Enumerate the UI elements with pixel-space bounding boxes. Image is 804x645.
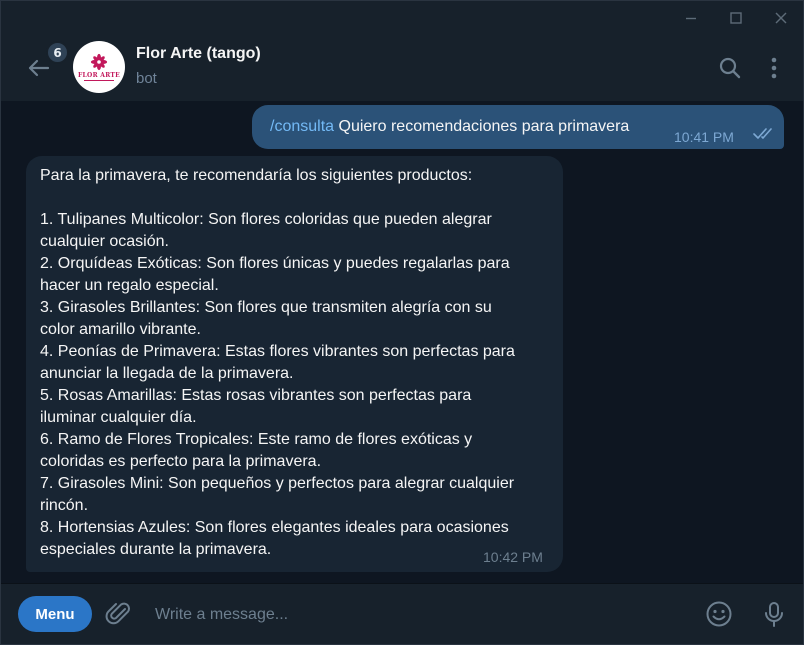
- message-line: 7. Girasoles Mini: Son pequeños y perfec…: [40, 475, 515, 492]
- message-line: iluminar cualquier día.: [40, 409, 197, 426]
- message-line: color amarillo vibrante.: [40, 321, 201, 338]
- message-list[interactable]: /consulta Quiero recomendaciones para pr…: [1, 101, 803, 584]
- emoji-icon[interactable]: [705, 600, 733, 628]
- read-checkmarks-icon: [753, 128, 772, 139]
- outgoing-message-body: Quiero recomendaciones para primavera: [334, 118, 630, 135]
- message-line: coloridas es perfecto para la primavera.: [40, 453, 322, 470]
- more-options-icon[interactable]: [761, 55, 787, 81]
- flower-logo-icon: [90, 53, 108, 71]
- message-line: 1. Tulipanes Multicolor: Son flores colo…: [40, 211, 492, 228]
- bot-command-link[interactable]: /consulta: [270, 118, 334, 135]
- chat-header: 6 FLOR ARTE Flor Arte (tango) bot: [1, 35, 803, 102]
- close-icon[interactable]: [770, 7, 792, 29]
- avatar-logo-underline: [84, 80, 114, 81]
- maximize-icon[interactable]: [725, 7, 747, 29]
- outgoing-message[interactable]: /consulta Quiero recomendaciones para pr…: [252, 105, 784, 149]
- message-line: 2. Orquídeas Exóticas: Son flores únicas…: [40, 255, 510, 272]
- telegram-window: 6 FLOR ARTE Flor Arte (tango) bot /consu…: [0, 0, 804, 645]
- message-line: hacer un regalo especial.: [40, 277, 219, 294]
- avatar-logo-text: FLOR ARTE: [77, 72, 121, 79]
- search-icon[interactable]: [717, 55, 743, 81]
- message-line: cualquier ocasión.: [40, 233, 169, 250]
- message-line: Para la primavera, te recomendaría los s…: [40, 167, 473, 184]
- message-line: 3. Girasoles Brillantes: Son flores que …: [40, 299, 492, 316]
- message-line: anunciar la llegada de la primavera.: [40, 365, 294, 382]
- message-composer: Menu: [1, 583, 803, 644]
- attach-paperclip-icon[interactable]: [105, 600, 133, 628]
- outgoing-message-time: 10:41 PM: [674, 129, 734, 145]
- unread-badge: 6: [46, 41, 69, 64]
- title-bar: [1, 1, 803, 35]
- chat-status: bot: [136, 70, 157, 87]
- avatar[interactable]: FLOR ARTE: [73, 41, 125, 93]
- minimize-icon[interactable]: [680, 7, 702, 29]
- outgoing-message-text: /consulta Quiero recomendaciones para pr…: [270, 116, 629, 138]
- message-line: 6. Ramo de Flores Tropicales: Este ramo …: [40, 431, 473, 448]
- message-line: 4. Peonías de Primavera: Estas flores vi…: [40, 343, 515, 360]
- bot-menu-button[interactable]: Menu: [18, 596, 92, 632]
- incoming-message-time: 10:42 PM: [483, 549, 543, 565]
- microphone-icon[interactable]: [760, 600, 788, 628]
- message-input[interactable]: [153, 600, 677, 630]
- chat-title[interactable]: Flor Arte (tango): [136, 45, 261, 63]
- message-line: rincón.: [40, 497, 89, 514]
- incoming-message[interactable]: Para la primavera, te recomendaría los s…: [26, 156, 563, 572]
- message-line: 8. Hortensias Azules: Son flores elegant…: [40, 519, 509, 536]
- message-line: especiales durante la primavera.: [40, 541, 272, 558]
- message-line: 5. Rosas Amarillas: Estas rosas vibrante…: [40, 387, 472, 404]
